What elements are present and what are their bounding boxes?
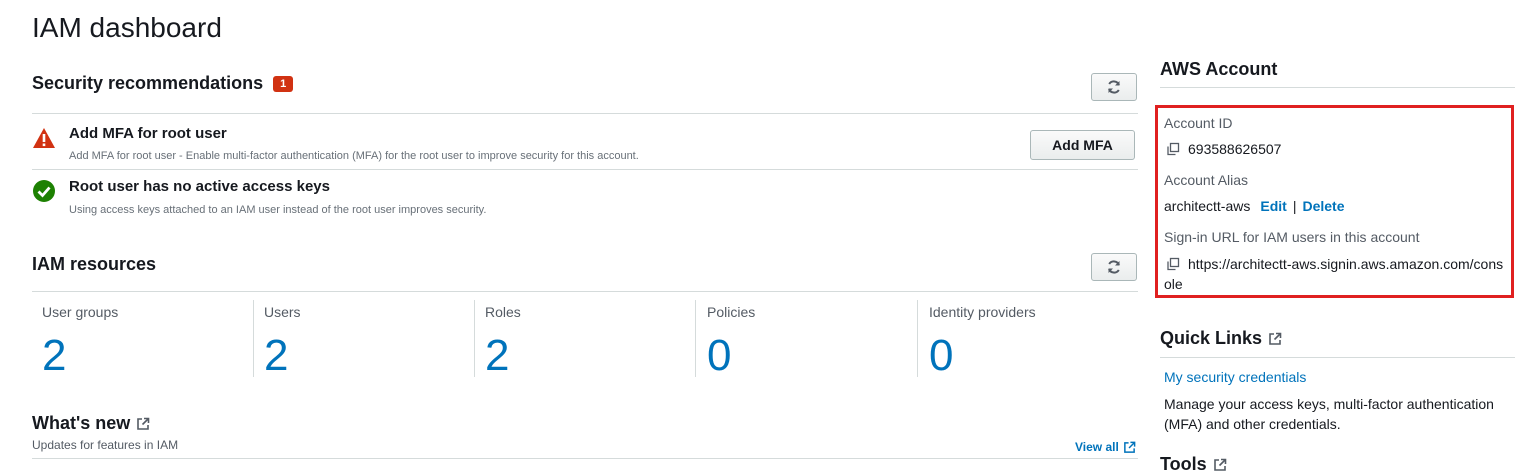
resource-roles[interactable]: Roles 2 (485, 304, 521, 378)
view-all-label: View all (1075, 440, 1119, 454)
quicklinks-title: Quick Links (1160, 328, 1263, 348)
account-alias-value: architectt-aws (1164, 198, 1251, 214)
tools-title: Tools (1160, 454, 1207, 474)
resource-count[interactable]: 0 (929, 334, 1036, 378)
security-refresh-button[interactable] (1091, 73, 1137, 101)
account-alias-row: architectt-aws Edit | Delete (1164, 198, 1344, 214)
rec-keys-desc: Using access keys attached to an IAM use… (69, 204, 487, 216)
security-divider-mid (32, 169, 1138, 170)
view-all-link[interactable]: View all (1075, 440, 1136, 454)
resource-separator (253, 300, 254, 377)
account-divider (1160, 87, 1515, 88)
signin-url-label: Sign-in URL for IAM users in this accoun… (1164, 229, 1420, 245)
resource-separator (474, 300, 475, 377)
rec-mfa-desc: Add MFA for root user - Enable multi-fac… (69, 150, 639, 162)
quicklinks-header[interactable]: Quick Links (1160, 328, 1282, 349)
resource-users[interactable]: Users 2 (264, 304, 301, 378)
resources-refresh-button[interactable] (1091, 253, 1137, 281)
resource-policies[interactable]: Policies 0 (707, 304, 755, 378)
resources-divider (32, 291, 1138, 292)
signin-url-line2: ole (1164, 276, 1183, 292)
resource-label: Identity providers (929, 304, 1036, 320)
account-id-value: 693588626507 (1188, 141, 1282, 157)
rec-mfa-title: Add MFA for root user (69, 125, 227, 142)
security-header: Security recommendations 1 (32, 73, 294, 94)
account-title: AWS Account (1160, 59, 1278, 79)
resource-count[interactable]: 2 (42, 334, 118, 378)
external-link-icon (1213, 458, 1226, 471)
external-link-icon (1269, 332, 1282, 345)
delete-alias-link[interactable]: Delete (1302, 198, 1344, 214)
warning-icon (32, 127, 56, 154)
refresh-icon (1108, 80, 1120, 94)
resources-title: IAM resources (32, 254, 157, 274)
whatsnew-subtitle: Updates for features in IAM (32, 438, 179, 452)
resource-separator (917, 300, 918, 377)
whatsnew-header[interactable]: What's new (32, 413, 150, 434)
external-link-icon (137, 417, 150, 430)
add-mfa-button[interactable]: Add MFA (1030, 130, 1135, 160)
rec-keys-title: Root user has no active access keys (69, 178, 330, 195)
resource-count[interactable]: 2 (485, 334, 521, 378)
resource-label: Policies (707, 304, 756, 320)
signin-url-line1: https://architectt-aws.signin.aws.amazon… (1188, 256, 1504, 272)
resource-label: Users (264, 304, 301, 320)
resource-separator (695, 300, 696, 377)
resource-identity-providers[interactable]: Identity providers 0 (929, 304, 1036, 378)
resource-user-groups[interactable]: User groups 2 (42, 304, 118, 378)
security-count-badge: 1 (273, 75, 294, 92)
edit-alias-link[interactable]: Edit (1260, 198, 1286, 214)
quicklinks-description: Manage your access keys, multi-factor au… (1164, 396, 1494, 432)
whatsnew-divider (32, 458, 1138, 459)
copy-icon[interactable] (1166, 255, 1180, 273)
resource-label: Roles (485, 304, 521, 320)
page-title: IAM dashboard (32, 12, 222, 43)
resource-label: User groups (42, 304, 119, 320)
copy-icon[interactable] (1166, 142, 1180, 156)
security-title: Security recommendations (32, 73, 264, 93)
resource-count[interactable]: 2 (264, 334, 301, 378)
check-circle-icon (32, 179, 56, 208)
quicklinks-divider (1160, 357, 1515, 358)
resource-count[interactable]: 0 (707, 334, 755, 378)
whatsnew-title: What's new (32, 413, 131, 433)
refresh-icon (1108, 260, 1120, 274)
my-security-credentials-link[interactable]: My security credentials (1164, 369, 1306, 385)
account-alias-label: Account Alias (1164, 172, 1249, 188)
link-separator: | (1292, 198, 1297, 214)
external-link-icon (1123, 441, 1136, 453)
tools-header[interactable]: Tools (1160, 454, 1227, 475)
security-divider-top (32, 113, 1138, 114)
account-id-label: Account ID (1164, 115, 1233, 131)
account-id-row: 693588626507 (1166, 141, 1281, 157)
